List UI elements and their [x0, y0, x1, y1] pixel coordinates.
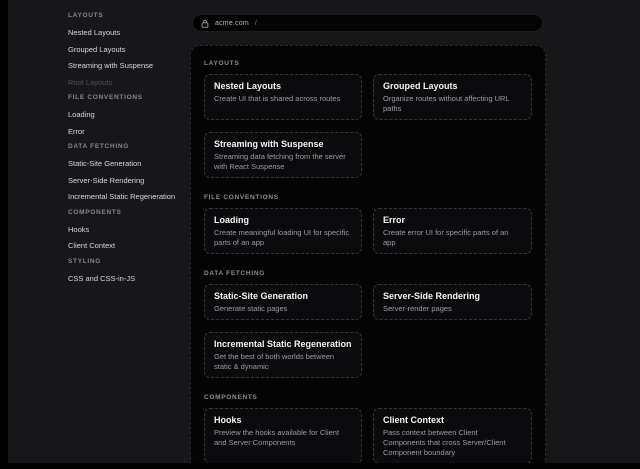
card-grid: Static-Site Generation Generate static p…: [204, 284, 532, 378]
sidebar-section-header-data-fetching: DATA FETCHING: [68, 143, 190, 151]
card-error[interactable]: Error Create error UI for specific parts…: [373, 208, 532, 254]
card-description: Create UI that is shared across routes: [214, 94, 352, 104]
sidebar-section-file-conventions: FILE CONVENTIONS Loading Error: [68, 94, 190, 137]
sidebar-section-header-styling: STYLING: [68, 258, 190, 266]
card-grid: Loading Create meaningful loading UI for…: [204, 208, 532, 254]
sidebar-section-components: COMPONENTS Hooks Client Context: [68, 209, 190, 252]
card-hooks[interactable]: Hooks Preview the hooks available for Cl…: [204, 408, 362, 463]
main-panel: LAYOUTS Nested Layouts Create UI that is…: [190, 45, 546, 463]
main-section-components: COMPONENTS Hooks Preview the hooks avail…: [204, 394, 532, 463]
main-section-layouts: LAYOUTS Nested Layouts Create UI that is…: [204, 60, 532, 178]
app-window: LAYOUTS Nested Layouts Grouped Layouts S…: [8, 0, 640, 463]
card-title: Error: [383, 215, 522, 226]
card-incremental-static-regeneration[interactable]: Incremental Static Regeneration Get the …: [204, 332, 362, 378]
card-title: Static-Site Generation: [214, 291, 352, 302]
sidebar-item-server-side-rendering[interactable]: Server-Side Rendering: [68, 176, 190, 186]
sidebar-item-css-and-css-in-js[interactable]: CSS and CSS-in-JS: [68, 274, 190, 284]
card-client-context[interactable]: Client Context Pass context between Clie…: [373, 408, 532, 463]
card-title: Nested Layouts: [214, 81, 352, 92]
card-title: Hooks: [214, 415, 352, 426]
sidebar-section-header-layouts: LAYOUTS: [68, 12, 190, 20]
sidebar-section-styling: STYLING CSS and CSS-in-JS: [68, 258, 190, 284]
card-description: Create meaningful loading UI for specifi…: [214, 228, 352, 248]
sidebar-item-incremental-static-regeneration[interactable]: Incremental Static Regeneration: [68, 192, 190, 202]
card-title: Server-Side Rendering: [383, 291, 522, 302]
lock-icon: [201, 19, 209, 28]
sidebar-item-client-context[interactable]: Client Context: [68, 241, 190, 251]
sidebar-section-header-file-conventions: FILE CONVENTIONS: [68, 94, 190, 102]
card-grid: Hooks Preview the hooks available for Cl…: [204, 408, 532, 463]
card-grouped-layouts[interactable]: Grouped Layouts Organize routes without …: [373, 74, 532, 120]
card-description: Generate static pages: [214, 304, 352, 314]
card-title: Incremental Static Regeneration: [214, 339, 352, 350]
card-description: Pass context between Client Components t…: [383, 428, 522, 458]
main-section-file-conventions: FILE CONVENTIONS Loading Create meaningf…: [204, 194, 532, 254]
sidebar: LAYOUTS Nested Layouts Grouped Layouts S…: [68, 12, 190, 290]
main-section-header-components: COMPONENTS: [204, 394, 532, 402]
main-section-header-layouts: LAYOUTS: [204, 60, 532, 68]
card-description: Get the best of both worlds between stat…: [214, 352, 352, 372]
sidebar-section-header-components: COMPONENTS: [68, 209, 190, 217]
sidebar-item-streaming-with-suspense[interactable]: Streaming with Suspense: [68, 61, 190, 71]
card-title: Client Context: [383, 415, 522, 426]
card-description: Create error UI for specific parts of an…: [383, 228, 522, 248]
card-description: Preview the hooks available for Client a…: [214, 428, 352, 448]
sidebar-item-static-site-generation[interactable]: Static-Site Generation: [68, 159, 190, 169]
card-title: Loading: [214, 215, 352, 226]
card-description: Server-render pages: [383, 304, 522, 314]
card-streaming-with-suspense[interactable]: Streaming with Suspense Streaming data f…: [204, 132, 362, 178]
sidebar-section-layouts: LAYOUTS Nested Layouts Grouped Layouts S…: [68, 12, 190, 88]
card-description: Organize routes without affecting URL pa…: [383, 94, 522, 114]
address-domain: acme.com: [215, 20, 249, 27]
sidebar-item-error[interactable]: Error: [68, 127, 190, 137]
card-description: Streaming data fetching from the server …: [214, 152, 352, 172]
card-loading[interactable]: Loading Create meaningful loading UI for…: [204, 208, 362, 254]
card-server-side-rendering[interactable]: Server-Side Rendering Server-render page…: [373, 284, 532, 320]
sidebar-item-hooks[interactable]: Hooks: [68, 225, 190, 235]
address-path-separator: /: [255, 20, 257, 27]
address-bar[interactable]: acme.com /: [192, 14, 543, 32]
main-section-header-data-fetching: DATA FETCHING: [204, 270, 532, 278]
card-static-site-generation[interactable]: Static-Site Generation Generate static p…: [204, 284, 362, 320]
card-grid: Nested Layouts Create UI that is shared …: [204, 74, 532, 178]
sidebar-item-loading[interactable]: Loading: [68, 110, 190, 120]
main-section-data-fetching: DATA FETCHING Static-Site Generation Gen…: [204, 270, 532, 378]
sidebar-section-data-fetching: DATA FETCHING Static-Site Generation Ser…: [68, 143, 190, 202]
sidebar-item-root-layouts: Root Layouts: [68, 78, 190, 88]
card-title: Streaming with Suspense: [214, 139, 352, 150]
sidebar-item-grouped-layouts[interactable]: Grouped Layouts: [68, 45, 190, 55]
main-section-header-file-conventions: FILE CONVENTIONS: [204, 194, 532, 202]
sidebar-item-nested-layouts[interactable]: Nested Layouts: [68, 28, 190, 38]
card-title: Grouped Layouts: [383, 81, 522, 92]
card-nested-layouts[interactable]: Nested Layouts Create UI that is shared …: [204, 74, 362, 120]
